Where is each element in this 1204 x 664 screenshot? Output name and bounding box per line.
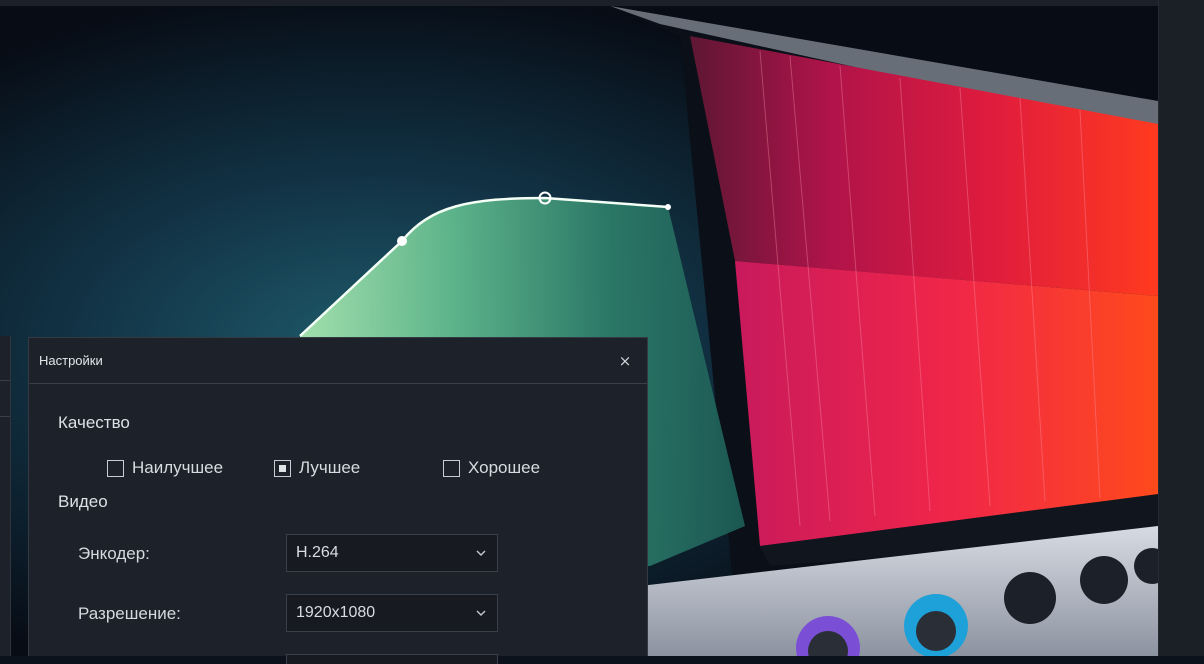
encoder-select[interactable]: H.264	[286, 534, 498, 572]
resolution-value: 1920x1080	[296, 604, 376, 621]
chevron-down-icon	[475, 547, 487, 559]
checkbox-icon[interactable]	[274, 459, 291, 477]
video-heading: Видео	[58, 492, 108, 511]
left-panel-divider	[0, 380, 10, 381]
left-panel-divider	[0, 416, 10, 417]
encoder-value: H.264	[296, 544, 339, 561]
encoder-label: Энкодер:	[78, 544, 150, 563]
quality-option-label: Хорошее	[468, 458, 541, 477]
chevron-down-icon	[475, 607, 487, 619]
dialog-header: Настройки ×	[29, 338, 647, 384]
resolution-label: Разрешение:	[78, 604, 181, 623]
quality-option-label: Лучшее	[299, 458, 361, 477]
close-icon[interactable]: ×	[617, 353, 633, 369]
quality-option-good[interactable]: Хорошее	[443, 458, 540, 478]
quality-option-label: Наилучшее	[132, 458, 224, 477]
settings-dialog: Настройки × Качество Наилучшее Лучшее Хо…	[28, 337, 648, 664]
dialog-title: Настройки	[39, 353, 103, 368]
quality-option-best-plus[interactable]: Наилучшее	[107, 458, 223, 478]
resolution-select[interactable]: 1920x1080	[286, 594, 498, 632]
checkbox-icon[interactable]	[107, 459, 124, 477]
quality-option-better[interactable]: Лучшее	[274, 458, 360, 478]
quality-heading: Качество	[58, 413, 130, 432]
right-side-panel	[1158, 0, 1204, 656]
checkbox-icon[interactable]	[443, 459, 460, 477]
left-panel-edge	[0, 336, 11, 656]
